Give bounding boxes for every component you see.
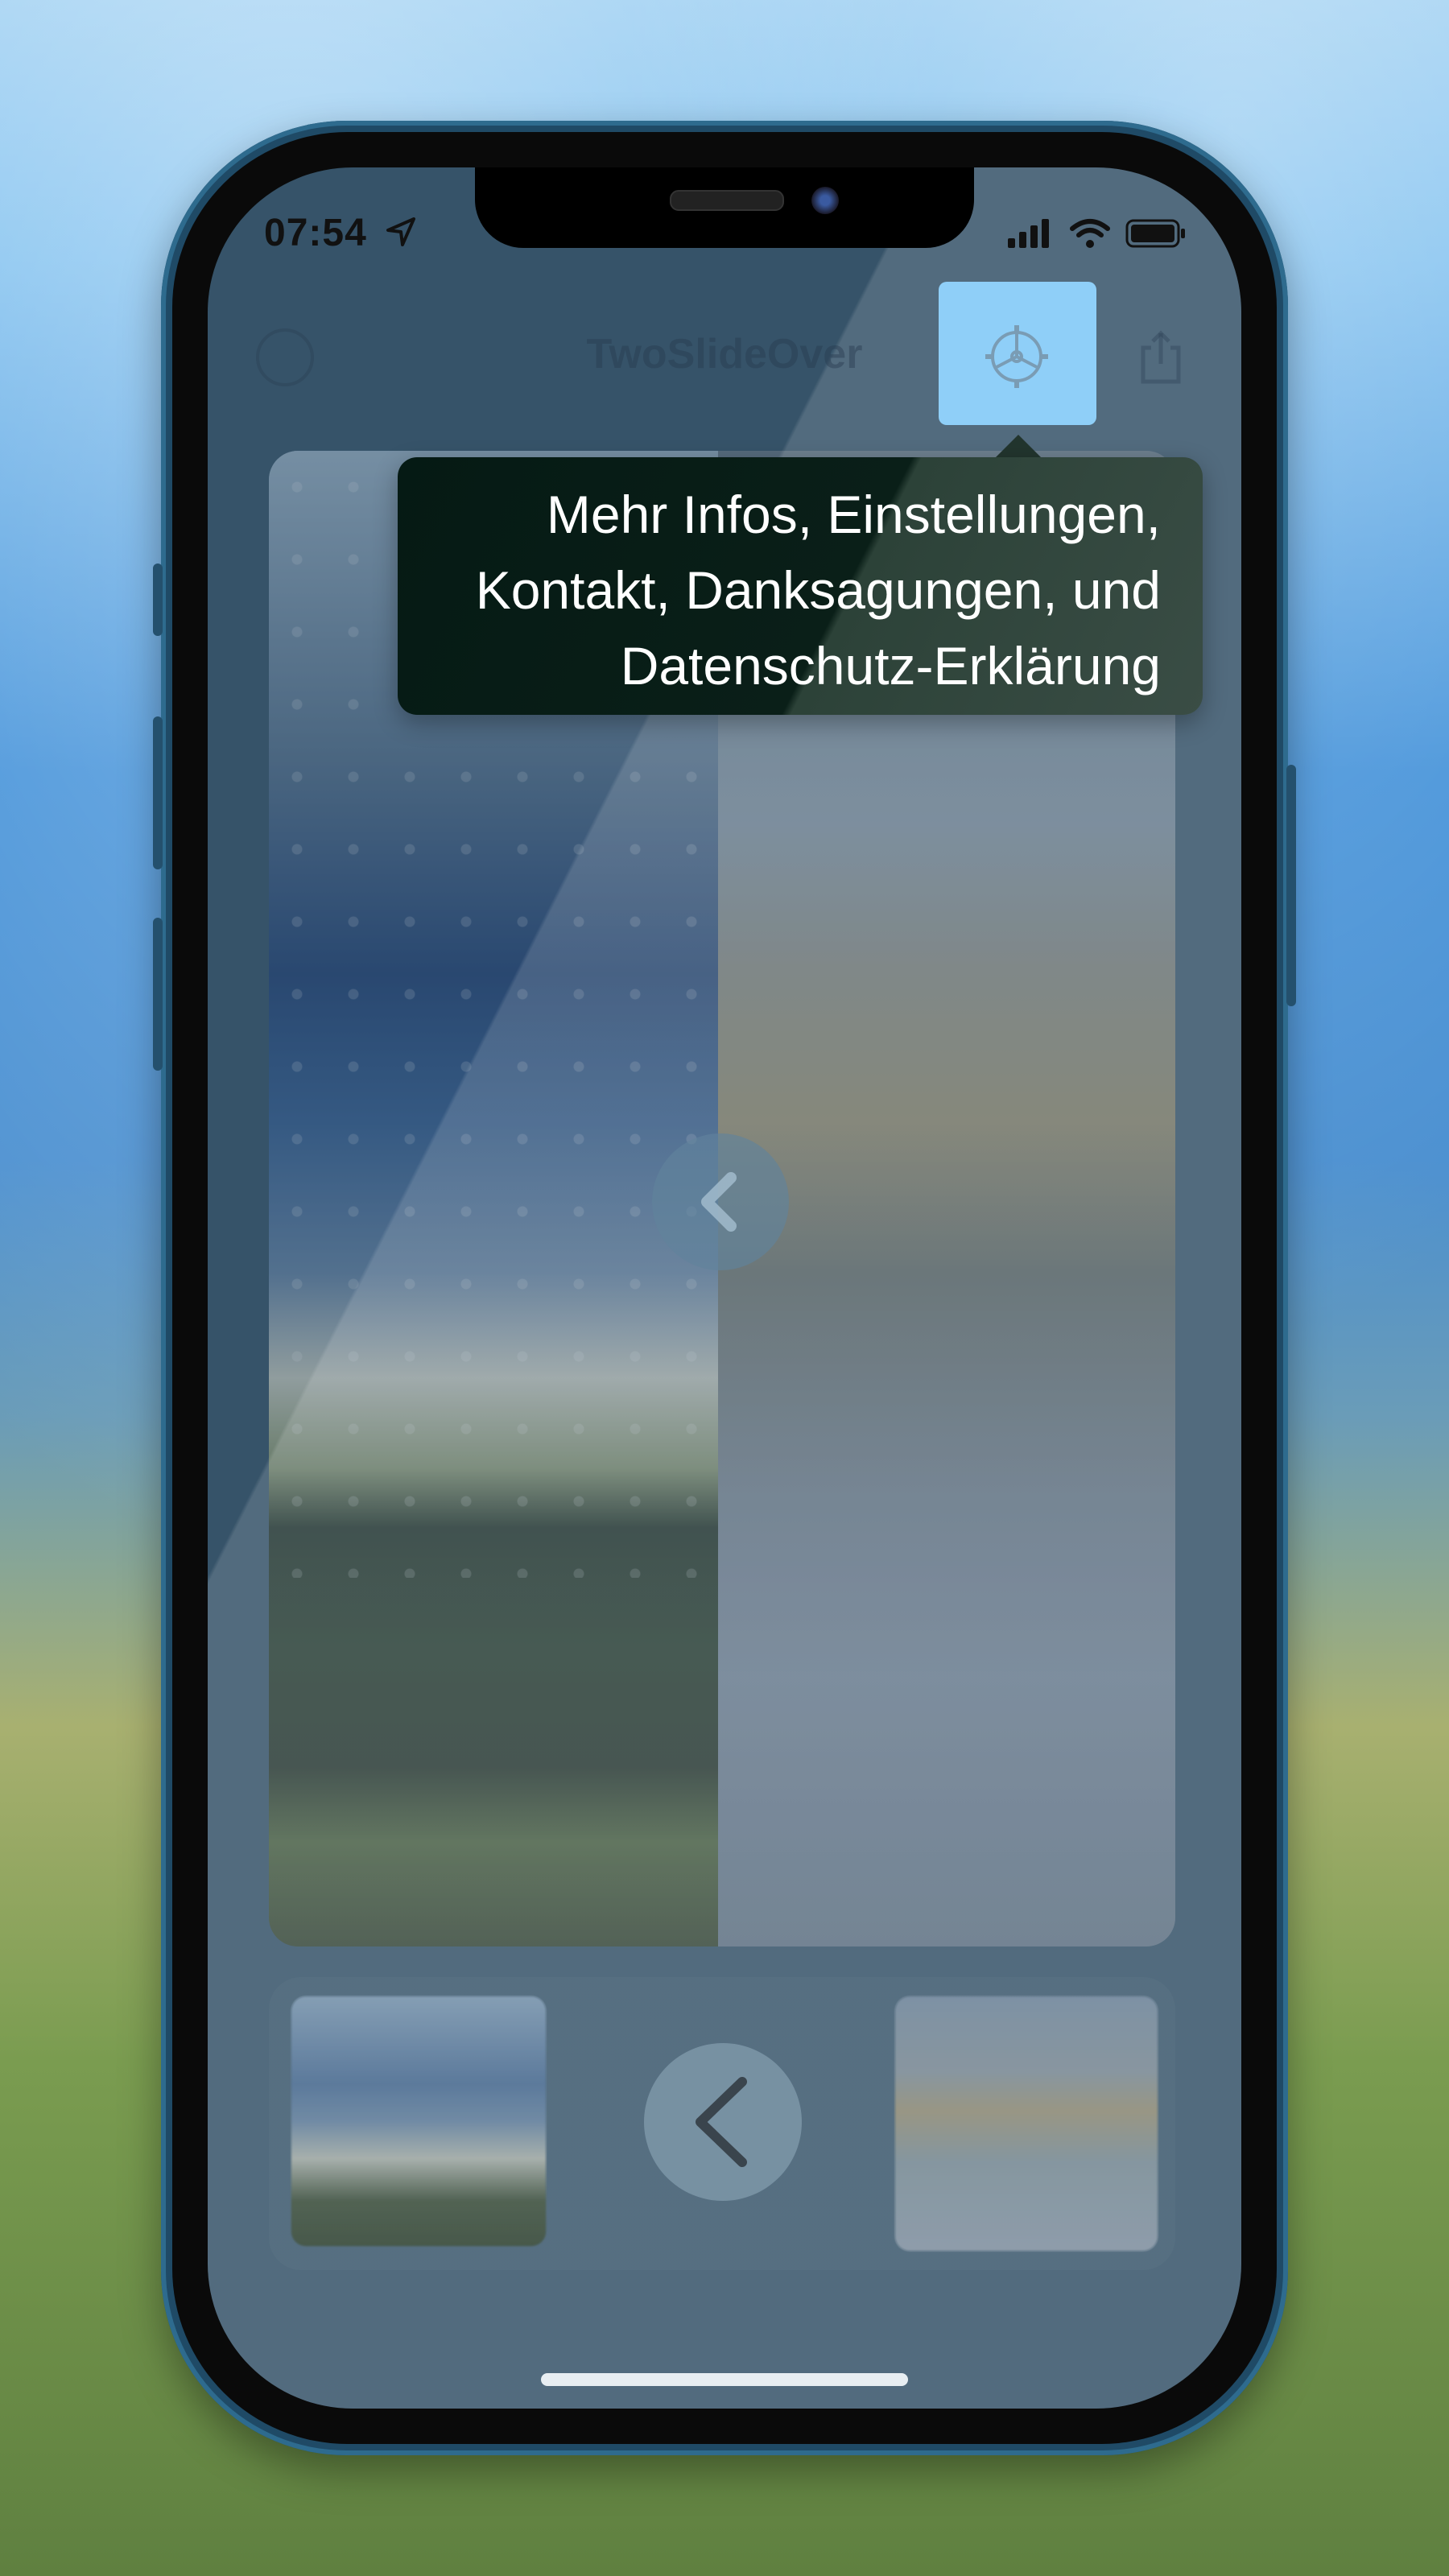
thumb-dim (895, 1996, 1158, 2251)
wifi-icon (1070, 219, 1110, 248)
settings-tooltip[interactable]: Mehr Infos, Einstellungen, Kontakt, Dank… (398, 457, 1203, 715)
chevron-left-icon (701, 1172, 737, 1232)
status-time: 07:54 (264, 212, 367, 254)
thumb-dim (291, 1996, 546, 2246)
power-button (1286, 765, 1296, 1006)
location-arrow-icon (386, 217, 415, 246)
share-icon[interactable] (1137, 330, 1185, 386)
tooltip-line-2: Kontakt, Danksagungen, und (475, 560, 1161, 620)
front-camera (811, 187, 839, 214)
cellular-signal-icon (1008, 219, 1049, 248)
tooltip-arrow (994, 435, 1042, 459)
compare-slider-handle[interactable] (652, 1133, 789, 1270)
swap-button[interactable] (644, 2043, 802, 2201)
gear-icon (985, 325, 1048, 388)
status-indicators (1006, 217, 1187, 250)
chevron-left-icon (696, 2077, 747, 2167)
volume-down-button (153, 918, 163, 1071)
volume-up-button (153, 716, 163, 869)
battery-icon (1125, 219, 1185, 248)
tooltip-line-1: Mehr Infos, Einstellungen, (546, 485, 1161, 544)
home-indicator[interactable] (541, 2373, 908, 2386)
tooltip-line-3: Datenschutz-Erklärung (620, 636, 1161, 696)
earpiece-speaker (670, 190, 784, 211)
mute-switch (153, 564, 163, 636)
